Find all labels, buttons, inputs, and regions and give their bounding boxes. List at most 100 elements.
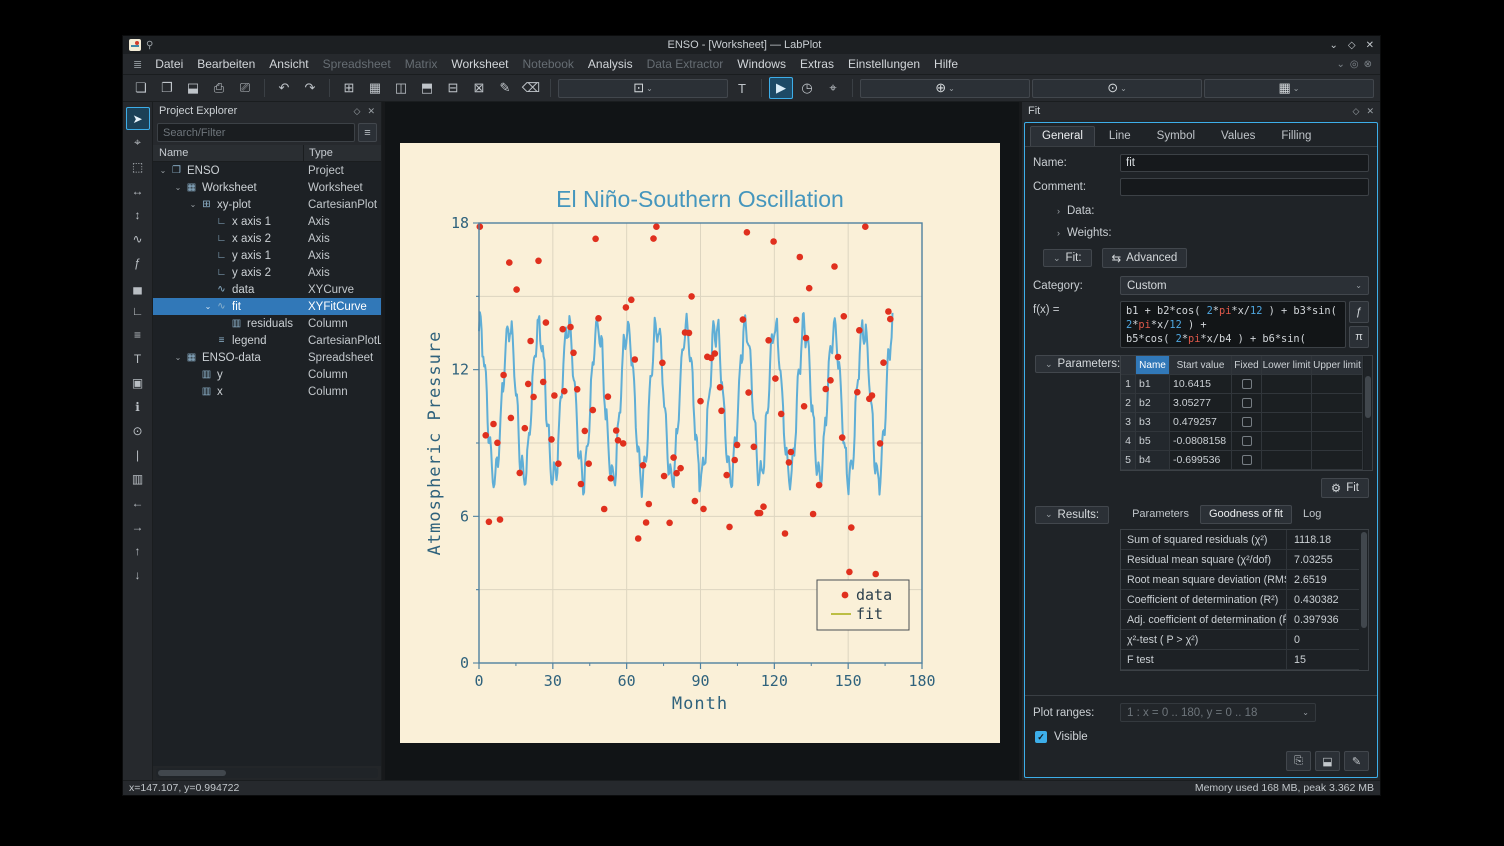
scrollbar-handle[interactable] <box>158 770 226 776</box>
menu-windows[interactable]: Windows <box>730 55 793 73</box>
menu-data-extractor[interactable]: Data Extractor <box>640 55 731 73</box>
menu-notebook[interactable]: Notebook <box>516 55 581 73</box>
undo-icon[interactable]: ↶ <box>272 77 296 99</box>
titlebar[interactable]: ⚲ ENSO - [Worksheet] — LabPlot ⌄ ◇ ✕ <box>123 36 1380 54</box>
weights-section-header[interactable]: ›Weights: <box>1057 227 1369 239</box>
tree-row-y-axis-1[interactable]: ∟y axis 1Axis <box>153 247 381 264</box>
minimize-button[interactable]: ⌄ <box>1330 40 1338 51</box>
close-dock-icon[interactable]: ✕ <box>1366 106 1374 117</box>
param-col-start-value[interactable]: Start value <box>1170 356 1232 374</box>
grid-layout-icon[interactable]: ⊟ <box>441 77 465 99</box>
tab-line[interactable]: Line <box>1097 126 1143 146</box>
results-section-button[interactable]: ⌄ Results: <box>1035 506 1109 524</box>
menu-einstellungen[interactable]: Einstellungen <box>841 55 927 73</box>
float-dock-icon[interactable]: ◇ <box>1353 106 1360 117</box>
param-col-lower-limit[interactable]: Lower limit <box>1262 356 1312 374</box>
maximize-button[interactable]: ◇ <box>1348 40 1356 51</box>
menu-bearbeiten[interactable]: Bearbeiten <box>190 55 262 73</box>
tree-row-x-axis-1[interactable]: ∟x axis 1Axis <box>153 213 381 230</box>
tree-row-residuals[interactable]: ▥residualsColumn <box>153 315 381 332</box>
parameters-table[interactable]: NameStart valueFixedLower limitUpper lim… <box>1120 355 1373 471</box>
menu-extras[interactable]: Extras <box>793 55 841 73</box>
fixed-checkbox[interactable] <box>1242 455 1252 465</box>
cursor-position-icon[interactable]: ⌖ <box>821 77 845 99</box>
menu-ansicht[interactable]: Ansicht <box>262 55 315 73</box>
add-text-label-icon[interactable]: T <box>126 347 150 370</box>
run-fit-button[interactable]: ⚙ Fit <box>1321 478 1369 498</box>
open-document-icon[interactable]: ❐ <box>155 77 179 99</box>
fit-dock-titlebar[interactable]: Fit ◇ ✕ <box>1022 102 1380 120</box>
scrollbar-handle[interactable] <box>1361 532 1367 628</box>
tree-row-xy-plot[interactable]: ⌄⊞xy-plotCartesianPlot <box>153 196 381 213</box>
menubar-extra-icon-2[interactable]: ◎ <box>1350 59 1359 70</box>
new-document-icon[interactable]: ❏ <box>129 77 153 99</box>
tree-row-x-axis-2[interactable]: ∟x axis 2Axis <box>153 230 381 247</box>
fit-section-button[interactable]: ⌄ Fit: <box>1043 249 1092 267</box>
add-equation-curve-icon[interactable]: ƒ <box>126 251 150 274</box>
add-plot-dropdown[interactable]: ⊡⌄ <box>558 79 728 98</box>
menu-worksheet[interactable]: Worksheet <box>444 55 515 73</box>
worksheet-view[interactable]: 0306090120150180061218El Niño-Southern O… <box>385 102 1019 780</box>
data-section-header[interactable]: ›Data: <box>1057 205 1369 217</box>
zoom-mode-dropdown[interactable]: ⊕⌄ <box>860 79 1030 98</box>
add-axis-icon[interactable]: ∟ <box>126 299 150 322</box>
search-input[interactable] <box>157 123 355 142</box>
export-results-button[interactable]: ⎘ <box>1286 751 1311 771</box>
crosshair-tool-icon[interactable]: ⌖ <box>126 131 150 154</box>
goodness-table[interactable]: Sum of squared residuals (χ²)1118.18Resi… <box>1120 529 1369 671</box>
magnification-dropdown[interactable]: ⊙⌄ <box>1032 79 1202 98</box>
erase-icon[interactable]: ⌫ <box>519 77 543 99</box>
menubar-extra-icon-3[interactable]: ⊗ <box>1364 59 1372 70</box>
results-tab-parameters[interactable]: Parameters <box>1123 505 1198 524</box>
tree-row-worksheet[interactable]: ⌄▦WorksheetWorksheet <box>153 179 381 196</box>
horizontal-scrollbar[interactable] <box>156 768 378 778</box>
add-reference-range-icon[interactable]: ▥ <box>126 467 150 490</box>
menu-hilfe[interactable]: Hilfe <box>927 55 965 73</box>
history-clock-icon[interactable]: ◷ <box>795 77 819 99</box>
visible-checkbox[interactable]: ✓ <box>1035 731 1047 743</box>
grid-options-dropdown[interactable]: ▦⌄ <box>1204 79 1374 98</box>
zoom-y-tool-icon[interactable]: ↕ <box>126 203 150 226</box>
zoom-select-tool-icon[interactable]: ⬚ <box>126 155 150 178</box>
redo-icon[interactable]: ↷ <box>298 77 322 99</box>
fixed-checkbox[interactable] <box>1242 379 1252 389</box>
hamburger-icon[interactable]: ≣ <box>127 58 148 71</box>
enso-plot[interactable]: 0306090120150180061218El Niño-Southern O… <box>400 143 1000 743</box>
results-tab-goodness-of-fit[interactable]: Goodness of fit <box>1200 505 1292 524</box>
shift-up-icon[interactable]: ↑ <box>126 539 150 562</box>
add-curve-icon[interactable]: ∿ <box>126 227 150 250</box>
tree-row-data[interactable]: ∿dataXYCurve <box>153 281 381 298</box>
add-image-icon[interactable]: ▣ <box>126 371 150 394</box>
menu-matrix[interactable]: Matrix <box>398 55 445 73</box>
vertical-layout-icon[interactable]: ◫ <box>389 77 413 99</box>
menu-analysis[interactable]: Analysis <box>581 55 640 73</box>
close-dock-icon[interactable]: ✕ <box>367 106 375 117</box>
save-results-button[interactable]: ⬓ <box>1315 751 1340 771</box>
break-layout-icon[interactable]: ⊠ <box>467 77 491 99</box>
menu-datei[interactable]: Datei <box>148 55 190 73</box>
tree-row-fit[interactable]: ⌄∿fitXYFitCurve <box>153 298 381 315</box>
tree-row-legend[interactable]: ≡legendCartesianPlotLegend <box>153 332 381 349</box>
results-tab-log[interactable]: Log <box>1294 505 1330 524</box>
results-scrollbar[interactable] <box>1360 530 1368 670</box>
param-col-upper-limit[interactable]: Upper limit <box>1312 356 1363 374</box>
insert-function-button[interactable]: ƒ <box>1349 301 1369 323</box>
new-spreadsheet-icon[interactable]: ▦ <box>363 77 387 99</box>
advanced-button[interactable]: ⇆ Advanced <box>1102 248 1188 268</box>
add-histogram-icon[interactable]: ▄ <box>126 275 150 298</box>
save-as-results-button[interactable]: ✎ <box>1344 751 1369 771</box>
param-col-name[interactable]: Name <box>1136 356 1170 374</box>
column-header-type[interactable]: Type <box>303 145 333 161</box>
float-dock-icon[interactable]: ◇ <box>354 106 361 117</box>
add-custom-point-icon[interactable]: ⊙ <box>126 419 150 442</box>
project-explorer-titlebar[interactable]: Project Explorer ◇ ✕ <box>153 102 381 120</box>
shift-down-icon[interactable]: ↓ <box>126 563 150 586</box>
fixed-checkbox[interactable] <box>1242 417 1252 427</box>
new-worksheet-icon[interactable]: ⊞ <box>337 77 361 99</box>
filter-options-button[interactable]: ≡ <box>358 123 377 142</box>
add-reference-line-icon[interactable]: | <box>126 443 150 466</box>
zoom-x-tool-icon[interactable]: ↔ <box>126 179 150 202</box>
shift-right-icon[interactable]: → <box>126 515 150 538</box>
fit-comment-input[interactable] <box>1120 178 1369 196</box>
tree-row-y-axis-2[interactable]: ∟y axis 2Axis <box>153 264 381 281</box>
